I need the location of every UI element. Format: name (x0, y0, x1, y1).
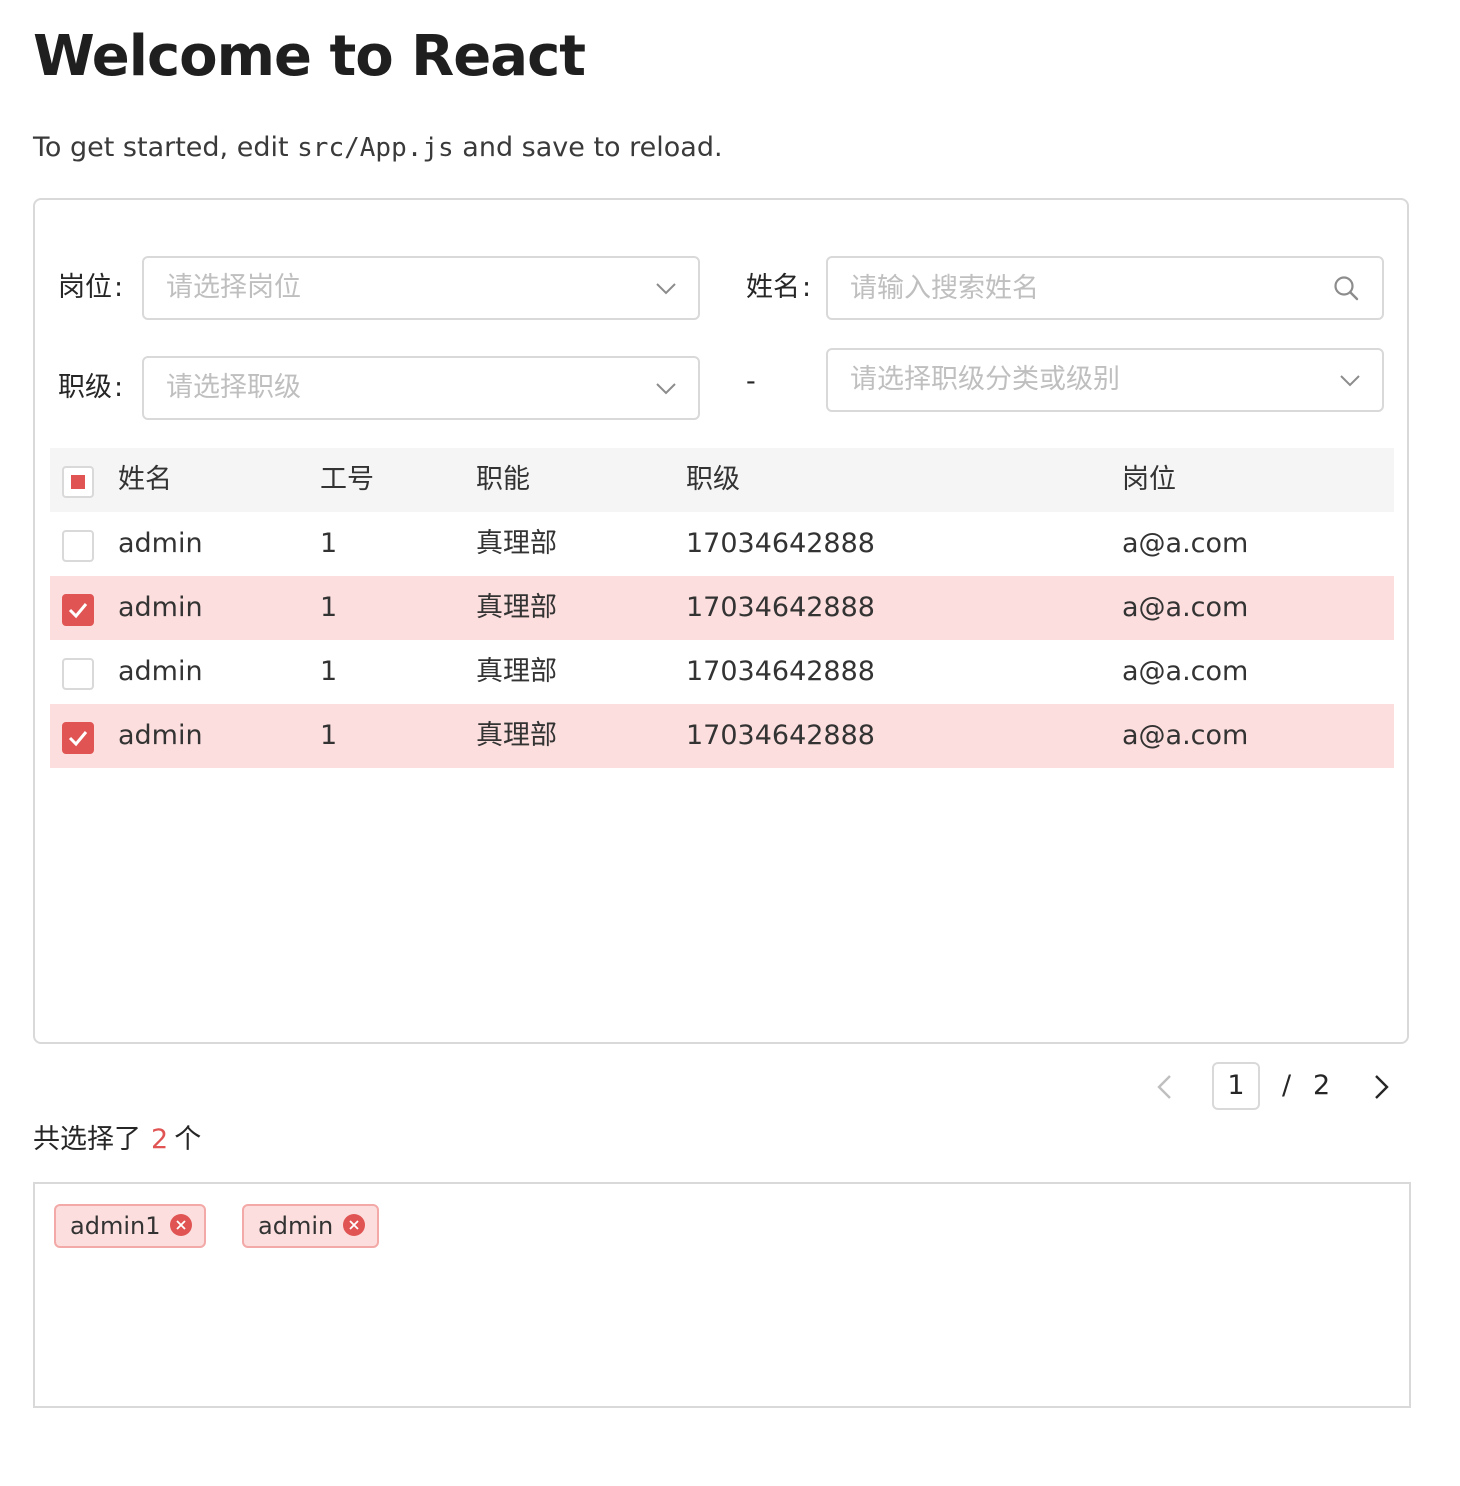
check-icon (68, 603, 88, 619)
summary-prefix: 共选择了 (33, 1124, 141, 1155)
page-total: 2 (1313, 1070, 1331, 1101)
level-label: 职级: (58, 368, 123, 408)
table-header-row: 姓名 工号 职能 职级 岗位 (50, 448, 1394, 512)
page-title: Welcome to React (33, 24, 586, 89)
position-label: 岗位: (58, 268, 123, 308)
row-checkbox[interactable] (62, 658, 94, 690)
chevron-down-icon (656, 383, 676, 395)
chevron-down-icon (1340, 375, 1360, 387)
name-search-box (826, 256, 1384, 320)
cell-level: 17034642888 (686, 528, 875, 559)
selected-tags-box (33, 1182, 1411, 1408)
cell-position: a@a.com (1122, 720, 1249, 751)
intro-after: and save to reload. (453, 132, 723, 163)
select-all-checkbox[interactable] (62, 466, 94, 498)
level-select[interactable]: 请选择职级 (142, 356, 700, 420)
page-number-input[interactable]: 1 (1212, 1062, 1260, 1110)
close-circle-icon[interactable] (343, 1214, 366, 1236)
cell-id: 1 (320, 656, 338, 687)
cell-name: admin (118, 528, 203, 559)
selected-tag: admin (242, 1204, 380, 1248)
table-row[interactable]: admin 1 真理部 17034642888 a@a.com (50, 640, 1394, 704)
cell-id: 1 (320, 720, 338, 751)
close-circle-icon[interactable] (170, 1214, 193, 1236)
cell-position: a@a.com (1122, 592, 1249, 623)
cell-position: a@a.com (1122, 656, 1249, 687)
cell-function: 真理部 (476, 656, 557, 687)
row-checkbox[interactable] (62, 722, 94, 754)
cell-id: 1 (320, 528, 338, 559)
name-label-text: 姓名 (746, 272, 800, 303)
name-label-colon: : (802, 272, 812, 303)
column-header-id[interactable]: 工号 (320, 448, 374, 512)
column-header-level[interactable]: 职级 (686, 448, 740, 512)
table-row[interactable]: admin 1 真理部 17034642888 a@a.com (50, 512, 1394, 576)
chevron-left-icon[interactable] (1150, 1070, 1180, 1104)
cell-level: 17034642888 (686, 720, 875, 751)
cell-function: 真理部 (476, 720, 557, 751)
level-category-placeholder: 请选择职级分类或级别 (850, 364, 1120, 395)
tag-label: admin1 (70, 1212, 161, 1240)
cell-name: admin (118, 720, 203, 751)
level-select-placeholder: 请选择职级 (166, 372, 301, 403)
check-icon (68, 731, 88, 747)
chevron-down-icon (656, 283, 676, 295)
position-select-placeholder: 请选择岗位 (166, 272, 301, 303)
cell-id: 1 (320, 592, 338, 623)
intro-text: To get started, edit src/App.js and save… (33, 128, 723, 168)
level-label-colon: : (114, 372, 124, 403)
selection-summary: 共选择了 2 个 (33, 1120, 201, 1160)
name-label: 姓名: (746, 268, 811, 308)
cell-level: 17034642888 (686, 656, 875, 687)
cell-level: 17034642888 (686, 592, 875, 623)
row-checkbox[interactable] (62, 594, 94, 626)
intro-code: src/App.js (297, 133, 454, 163)
range-separator: - (746, 366, 756, 397)
position-label-text: 岗位 (58, 272, 112, 303)
table-row[interactable]: admin 1 真理部 17034642888 a@a.com (50, 704, 1394, 768)
table-row[interactable]: admin 1 真理部 17034642888 a@a.com (50, 576, 1394, 640)
cell-function: 真理部 (476, 528, 557, 559)
intro-before: To get started, edit (33, 132, 298, 163)
page-separator: / (1282, 1070, 1292, 1101)
search-icon[interactable] (1332, 274, 1360, 302)
name-search-input[interactable] (828, 258, 1382, 318)
level-label-text: 职级 (58, 372, 112, 403)
column-header-function[interactable]: 职能 (476, 448, 530, 512)
chevron-right-icon[interactable] (1366, 1070, 1396, 1104)
summary-suffix: 个 (174, 1124, 202, 1155)
tag-label: admin (258, 1212, 334, 1240)
summary-count: 2 (151, 1124, 169, 1155)
cell-name: admin (118, 656, 203, 687)
cell-function: 真理部 (476, 592, 557, 623)
cell-position: a@a.com (1122, 528, 1249, 559)
level-category-select[interactable]: 请选择职级分类或级别 (826, 348, 1384, 412)
employee-table: 姓名 工号 职能 职级 岗位 admin 1 真理部 17034642888 a… (50, 448, 1394, 768)
position-select[interactable]: 请选择岗位 (142, 256, 700, 320)
cell-name: admin (118, 592, 203, 623)
column-header-position[interactable]: 岗位 (1122, 448, 1176, 512)
column-header-name[interactable]: 姓名 (118, 448, 172, 512)
selected-tag: admin1 (54, 1204, 207, 1248)
row-checkbox[interactable] (62, 530, 94, 562)
position-label-colon: : (114, 272, 124, 303)
